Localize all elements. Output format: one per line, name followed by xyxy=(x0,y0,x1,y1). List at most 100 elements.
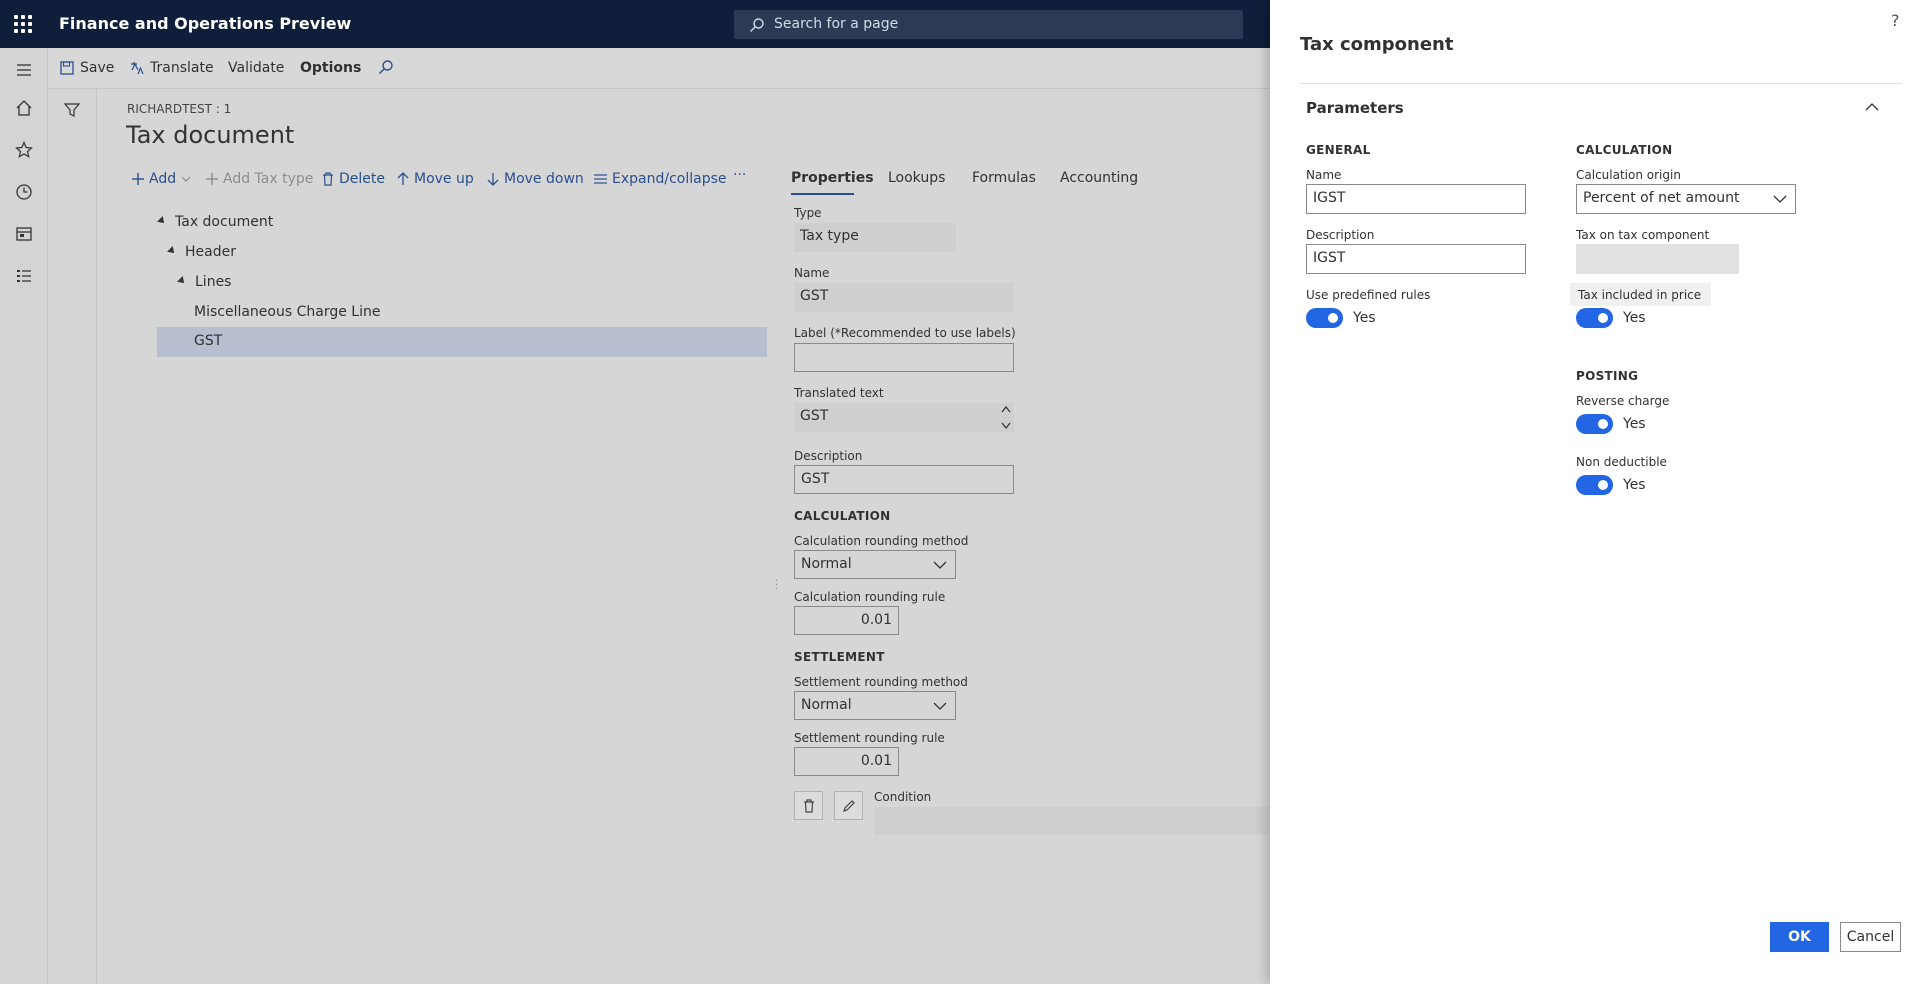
translate-icon xyxy=(131,62,144,75)
tab-properties[interactable]: Properties xyxy=(791,170,874,186)
condition-field[interactable] xyxy=(874,807,1270,835)
favorites-star-icon[interactable] xyxy=(14,140,34,160)
options-tab[interactable]: Options xyxy=(300,60,361,76)
condition-label: Condition xyxy=(874,790,932,804)
translated-text-label: Translated text xyxy=(794,386,884,400)
save-button[interactable]: Save xyxy=(60,60,114,76)
settle-rounding-method-label: Settlement rounding method xyxy=(794,675,968,689)
calculation-origin-select[interactable]: Percent of net amount xyxy=(1576,184,1796,214)
calc-rounding-rule-input[interactable]: 0.01 xyxy=(794,606,899,635)
type-field: Tax type xyxy=(794,223,956,252)
navigation-rail xyxy=(0,48,48,984)
move-up-label: Move up xyxy=(414,171,474,187)
tab-lookups[interactable]: Lookups xyxy=(888,170,945,186)
settle-rounding-rule-input[interactable]: 0.01 xyxy=(794,747,899,776)
collapse-triangle-icon[interactable] xyxy=(157,216,167,226)
add-button[interactable]: Add xyxy=(132,171,191,187)
translate-button[interactable]: Translate xyxy=(130,60,214,76)
tax-included-in-price-toggle[interactable] xyxy=(1576,308,1613,328)
chevron-down-icon xyxy=(1773,195,1787,203)
description-input[interactable]: IGST xyxy=(1306,244,1526,274)
tree-node-gst[interactable]: GST xyxy=(157,327,767,357)
ok-button[interactable]: OK xyxy=(1770,922,1829,952)
main-content: RICHARDTEST : 1 Tax document Add Add Tax… xyxy=(97,89,1270,984)
help-button[interactable]: ? xyxy=(1891,11,1900,30)
chevron-down-icon xyxy=(181,176,191,182)
tax-included-in-price-value: Yes xyxy=(1623,310,1646,326)
calculation-origin-value: Percent of net amount xyxy=(1583,190,1740,206)
chevron-up-icon[interactable] xyxy=(1865,102,1879,111)
settle-rounding-method-select[interactable]: Normal xyxy=(794,691,956,720)
edit-condition-button[interactable] xyxy=(834,791,863,820)
collapse-triangle-icon[interactable] xyxy=(177,276,187,286)
search-icon xyxy=(379,60,393,74)
options-label: Options xyxy=(300,60,362,76)
modules-list-icon[interactable] xyxy=(14,266,34,286)
move-down-label: Move down xyxy=(504,171,584,187)
breadcrumb: RICHARDTEST : 1 xyxy=(127,102,232,116)
app-title: Finance and Operations Preview xyxy=(59,14,352,33)
tab-accounting[interactable]: Accounting xyxy=(1060,170,1138,186)
validate-button[interactable]: Validate xyxy=(228,60,284,76)
delete-label: Delete xyxy=(339,171,385,187)
tax-component-dialog: ? Tax component Parameters GENERAL Name … xyxy=(1270,0,1917,984)
reverse-charge-toggle[interactable] xyxy=(1576,414,1613,434)
tree-node-label: GST xyxy=(194,333,223,349)
more-options-button[interactable]: ··· xyxy=(733,167,746,183)
expand-collapse-button[interactable]: Expand/collapse xyxy=(594,171,727,187)
tab-formulas[interactable]: Formulas xyxy=(972,170,1036,186)
tree-node-label: Lines xyxy=(195,274,232,290)
label-input[interactable] xyxy=(794,343,1014,372)
move-up-button[interactable]: Move up xyxy=(397,171,474,187)
reverse-charge-label: Reverse charge xyxy=(1576,394,1670,408)
use-predefined-rules-toggle[interactable] xyxy=(1306,308,1343,328)
name-label: Name xyxy=(794,266,830,280)
translate-label: Translate xyxy=(150,60,214,76)
use-predefined-rules-value: Yes xyxy=(1353,310,1376,326)
search-icon xyxy=(750,18,764,32)
delete-button[interactable]: Delete xyxy=(322,171,385,187)
posting-group-header: POSTING xyxy=(1576,369,1639,383)
arrow-up-icon xyxy=(397,172,409,185)
non-deductible-label: Non deductible xyxy=(1576,455,1667,469)
filter-icon[interactable] xyxy=(63,101,81,119)
save-label: Save xyxy=(80,60,115,76)
search-box[interactable]: Search for a page xyxy=(734,10,1243,39)
home-icon[interactable] xyxy=(14,98,34,118)
tree-node-tax-document[interactable]: Tax document xyxy=(157,208,767,238)
tree-node-label: Header xyxy=(185,244,236,260)
parameters-section-header[interactable]: Parameters xyxy=(1306,99,1404,117)
non-deductible-toggle[interactable] xyxy=(1576,475,1613,495)
calc-rounding-method-label: Calculation rounding method xyxy=(794,534,969,548)
hamburger-icon[interactable] xyxy=(14,60,34,80)
general-group-header: GENERAL xyxy=(1306,143,1371,157)
workspaces-icon[interactable] xyxy=(14,224,34,244)
tree-node-label: Tax document xyxy=(175,214,274,230)
spinner-arrows-icon[interactable] xyxy=(1000,404,1012,431)
collapse-triangle-icon[interactable] xyxy=(167,246,177,256)
description-input[interactable]: GST xyxy=(794,465,1014,494)
calc-rounding-method-select[interactable]: Normal xyxy=(794,550,956,579)
label-field-label: Label (*Recommended to use labels) xyxy=(794,326,1016,340)
name-input[interactable]: IGST xyxy=(1306,184,1526,214)
recent-clock-icon[interactable] xyxy=(14,182,34,202)
top-bar: Finance and Operations Preview Search fo… xyxy=(0,0,1270,48)
calc-rounding-method-value: Normal xyxy=(801,556,852,572)
add-tax-type-button[interactable]: Add Tax type xyxy=(206,171,313,187)
description-label: Description xyxy=(794,449,863,463)
tree-node-misc-charge-line[interactable]: Miscellaneous Charge Line xyxy=(157,298,767,328)
chevron-down-icon xyxy=(933,561,947,569)
splitter-handle[interactable]: · · · xyxy=(775,577,778,595)
move-down-button[interactable]: Move down xyxy=(487,171,584,187)
settle-rounding-method-value: Normal xyxy=(801,697,852,713)
app-launcher-icon[interactable] xyxy=(14,15,32,33)
translated-text-field[interactable]: GST xyxy=(794,403,1014,432)
find-action-button[interactable] xyxy=(378,59,394,75)
action-pane: Save Translate Validate Options xyxy=(48,48,1270,89)
tree-node-label: Miscellaneous Charge Line xyxy=(194,304,381,320)
cancel-button[interactable]: Cancel xyxy=(1840,922,1901,952)
calculation-group-header: CALCULATION xyxy=(1576,143,1673,157)
tree-node-lines[interactable]: Lines xyxy=(157,268,767,298)
tree-node-header[interactable]: Header xyxy=(157,238,767,268)
delete-condition-button[interactable] xyxy=(794,791,823,820)
